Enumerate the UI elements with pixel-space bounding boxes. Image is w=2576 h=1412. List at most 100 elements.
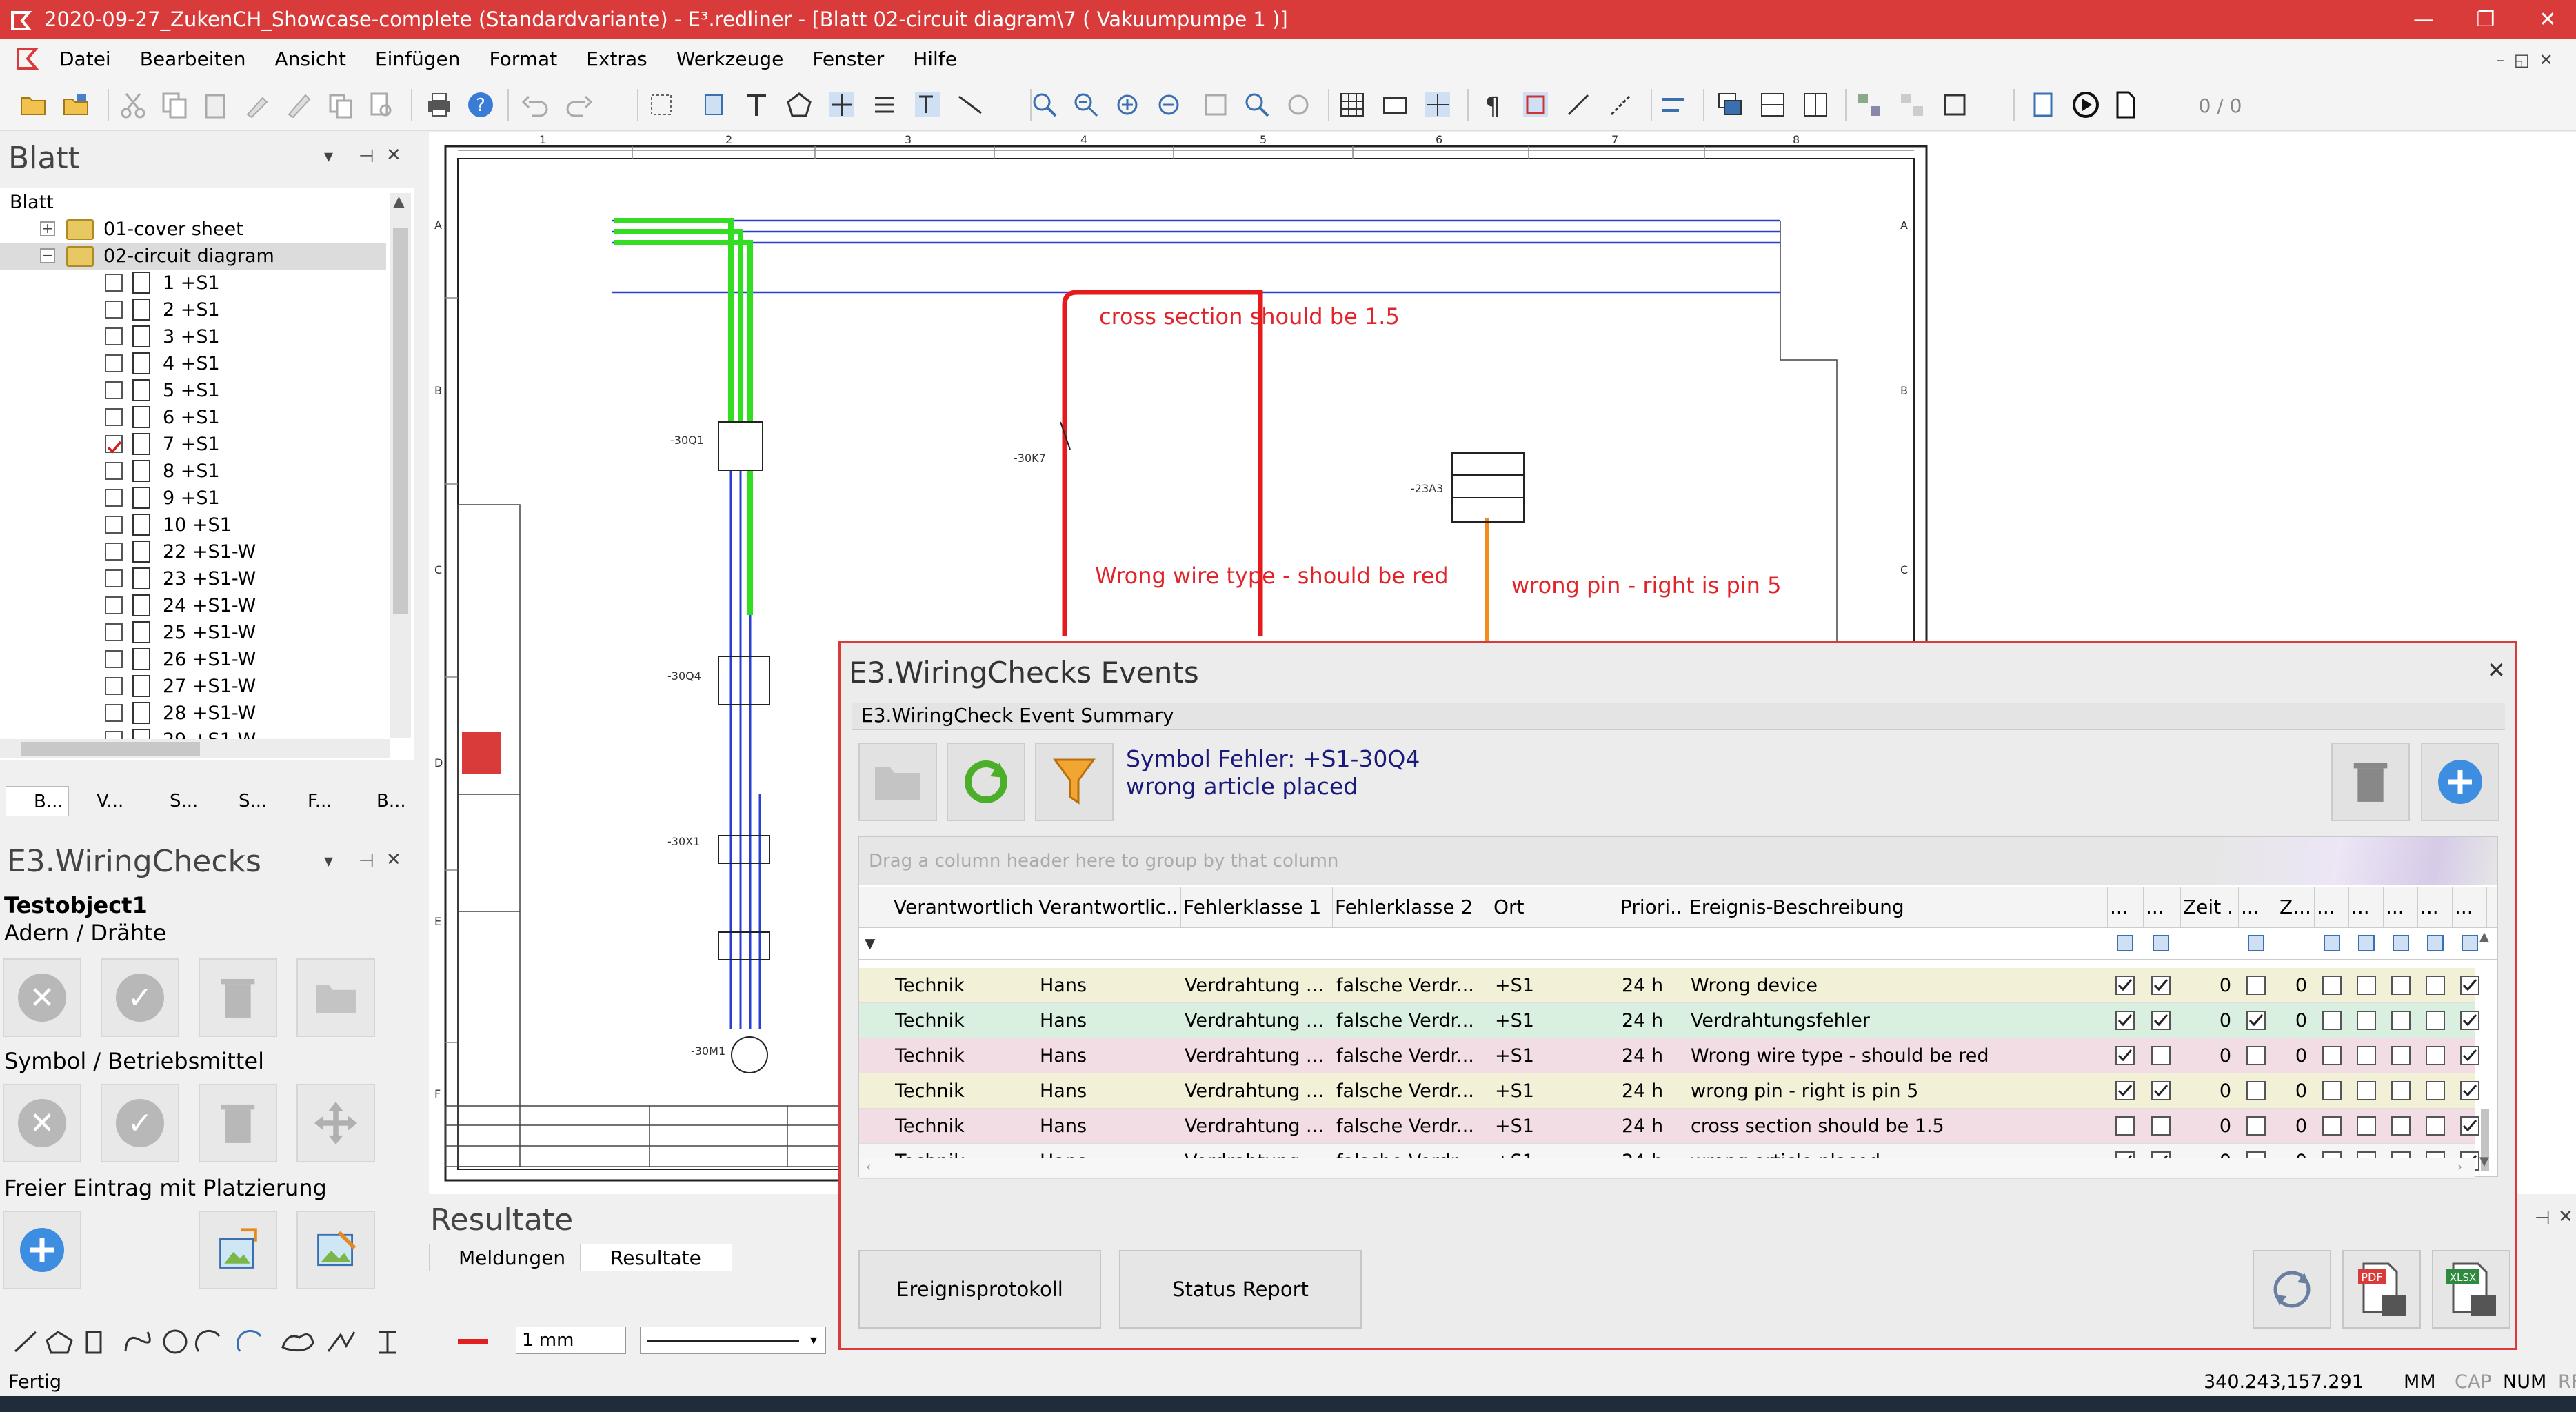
grid-scrollbar[interactable]: ▲ ▼ bbox=[2475, 929, 2496, 1178]
column-header[interactable]: ... bbox=[2386, 887, 2415, 928]
scroll-up-icon[interactable]: ▲ bbox=[2479, 929, 2489, 944]
cell-checkbox[interactable] bbox=[2426, 1046, 2445, 1065]
panel-dropdown-icon[interactable]: ▾ bbox=[324, 146, 333, 167]
minimize-button[interactable]: — bbox=[2393, 0, 2455, 39]
cell-checkbox[interactable] bbox=[2115, 1046, 2135, 1065]
cell-checkbox[interactable] bbox=[2115, 1116, 2135, 1136]
panel-close-icon[interactable]: ✕ bbox=[386, 849, 401, 870]
event-row[interactable]: Technik Hans Verdrahtung ... falsche Verdr.… bbox=[859, 1038, 2479, 1073]
event-row[interactable]: Technik Hans Verdrahtung ... falsche Verdr.… bbox=[859, 1109, 2479, 1144]
cell-checkbox[interactable] bbox=[2357, 1046, 2376, 1065]
play-icon[interactable] bbox=[2069, 88, 2103, 122]
tree-sheet-item[interactable]: 1 +S1 bbox=[0, 270, 386, 296]
cell-checkbox[interactable] bbox=[2391, 1046, 2411, 1065]
tab-meldungen[interactable]: Meldungen bbox=[429, 1244, 581, 1271]
grid-icon[interactable] bbox=[1335, 88, 1369, 122]
page-icon[interactable] bbox=[2026, 88, 2060, 122]
symbol-accept-button[interactable]: ✓ bbox=[101, 1084, 179, 1162]
cell-checkbox[interactable] bbox=[2246, 1081, 2266, 1100]
line-tool-icon[interactable] bbox=[953, 88, 987, 122]
tree-sheet-item[interactable]: 23 +S1-W bbox=[0, 565, 386, 592]
menu-bearbeiten[interactable]: Bearbeiten bbox=[125, 39, 261, 79]
copy-format-icon[interactable] bbox=[323, 88, 357, 122]
add-event-button[interactable] bbox=[2421, 743, 2499, 821]
delete-event-button[interactable] bbox=[2331, 743, 2410, 821]
redo-icon[interactable] bbox=[561, 88, 596, 122]
column-header[interactable]: Z... bbox=[2280, 887, 2311, 928]
cell-checkbox[interactable] bbox=[2357, 1081, 2376, 1100]
column-header[interactable]: ... bbox=[2351, 887, 2380, 928]
cell-checkbox[interactable] bbox=[2322, 1011, 2342, 1030]
tab-resultate[interactable]: Resultate bbox=[581, 1244, 732, 1271]
stamp-icon[interactable] bbox=[696, 88, 731, 122]
pin-icon[interactable]: ⊣ bbox=[2535, 1208, 2550, 1229]
mdi-controls[interactable]: –◱✕ bbox=[2496, 50, 2563, 70]
cell-checkbox[interactable] bbox=[2151, 1011, 2171, 1030]
menu-datei[interactable]: Datei bbox=[45, 39, 125, 79]
tree-sheet-item[interactable]: 9 +S1 bbox=[0, 485, 386, 512]
document-icon[interactable] bbox=[2109, 88, 2143, 122]
cell-checkbox[interactable] bbox=[2246, 1046, 2266, 1065]
filter-check-icon[interactable] bbox=[2324, 935, 2340, 951]
free-add-button[interactable] bbox=[3, 1211, 81, 1289]
align-icon[interactable] bbox=[825, 88, 859, 122]
column-header[interactable]: Fehlerklasse 1 bbox=[1183, 887, 1329, 928]
route-icon[interactable] bbox=[1604, 88, 1638, 122]
refresh-button[interactable] bbox=[947, 743, 1025, 821]
event-row[interactable]: Technik Hans Verdrahtung ... falsche Verdr.… bbox=[859, 1003, 2479, 1038]
tree-folder-cover[interactable]: + 01-cover sheet bbox=[0, 216, 386, 243]
scroll-thumb[interactable] bbox=[393, 228, 408, 614]
sheet-checkbox[interactable] bbox=[105, 354, 123, 372]
tree-sheet-item[interactable]: 26 +S1-W bbox=[0, 646, 386, 673]
tree-sheet-item[interactable]: 10 +S1 bbox=[0, 512, 386, 538]
cut-icon[interactable] bbox=[116, 88, 150, 122]
cell-checkbox[interactable] bbox=[2151, 1081, 2171, 1100]
tree-hscrollbar[interactable] bbox=[0, 739, 390, 758]
snap-icon[interactable] bbox=[1420, 88, 1455, 122]
cell-checkbox[interactable] bbox=[2391, 976, 2411, 995]
zoom-in-icon[interactable] bbox=[1110, 88, 1145, 122]
status-report-button[interactable]: Status Report bbox=[1119, 1250, 1362, 1329]
sync-button[interactable] bbox=[2253, 1250, 2331, 1329]
column-header[interactable]: Zeit ... bbox=[2183, 887, 2235, 928]
filter-check-icon[interactable] bbox=[2153, 935, 2169, 951]
column-header[interactable]: Ort bbox=[1493, 887, 1615, 928]
cell-checkbox[interactable] bbox=[2426, 1011, 2445, 1030]
sheet-checkbox[interactable] bbox=[105, 623, 123, 641]
scroll-down-icon[interactable]: ▼ bbox=[2479, 1154, 2489, 1169]
cell-checkbox[interactable] bbox=[2322, 1081, 2342, 1100]
sheet-checkbox[interactable] bbox=[105, 462, 123, 480]
connect-icon[interactable] bbox=[1561, 88, 1596, 122]
cell-checkbox[interactable] bbox=[2426, 976, 2445, 995]
tree-sheet-item[interactable]: 4 +S1 bbox=[0, 350, 386, 377]
wire-delete-button[interactable] bbox=[199, 958, 277, 1037]
fit-page-icon[interactable] bbox=[1938, 88, 1972, 122]
tab-variant[interactable]: V... bbox=[69, 786, 132, 816]
cell-checkbox[interactable] bbox=[2322, 1116, 2342, 1136]
tree-sheet-item[interactable]: 5 +S1 bbox=[0, 377, 386, 404]
tree-sheet-item[interactable]: 7 +S1 bbox=[0, 431, 386, 458]
text-size-icon[interactable] bbox=[910, 88, 945, 122]
sheet-checkbox[interactable] bbox=[105, 677, 123, 695]
tree-sheet-item[interactable]: 22 +S1-W bbox=[0, 538, 386, 565]
sheet-checkbox[interactable] bbox=[105, 569, 123, 587]
sheet-checkbox[interactable] bbox=[105, 274, 123, 292]
close-window-button[interactable]: ✕ bbox=[2517, 0, 2576, 39]
tile-horizontal-icon[interactable] bbox=[1755, 88, 1790, 122]
cell-checkbox[interactable] bbox=[2151, 1116, 2171, 1136]
panel-dropdown-icon[interactable]: ▾ bbox=[324, 851, 333, 871]
app-menu-icon[interactable] bbox=[12, 45, 40, 75]
wire-reject-button[interactable]: ✕ bbox=[3, 958, 81, 1037]
tree-sheet-item[interactable]: 2 +S1 bbox=[0, 296, 386, 323]
scroll-up-icon[interactable]: ▲ bbox=[393, 193, 405, 210]
tree-sheet-item[interactable]: 27 +S1-W bbox=[0, 673, 386, 700]
event-row[interactable]: Technik Hans Verdrahtung ... falsche Verdr.… bbox=[859, 968, 2479, 1003]
symbol-move-button[interactable] bbox=[296, 1084, 375, 1162]
tree-sheet-item[interactable]: 3 +S1 bbox=[0, 323, 386, 350]
copy-icon[interactable] bbox=[157, 88, 192, 122]
tree-sheet-item[interactable]: 28 +S1-W bbox=[0, 700, 386, 727]
polygon-tool-icon[interactable] bbox=[782, 88, 816, 122]
cell-checkbox[interactable] bbox=[2357, 976, 2376, 995]
filter-check-icon[interactable] bbox=[2393, 935, 2409, 951]
line-style-select[interactable]: ▾ bbox=[640, 1327, 826, 1354]
